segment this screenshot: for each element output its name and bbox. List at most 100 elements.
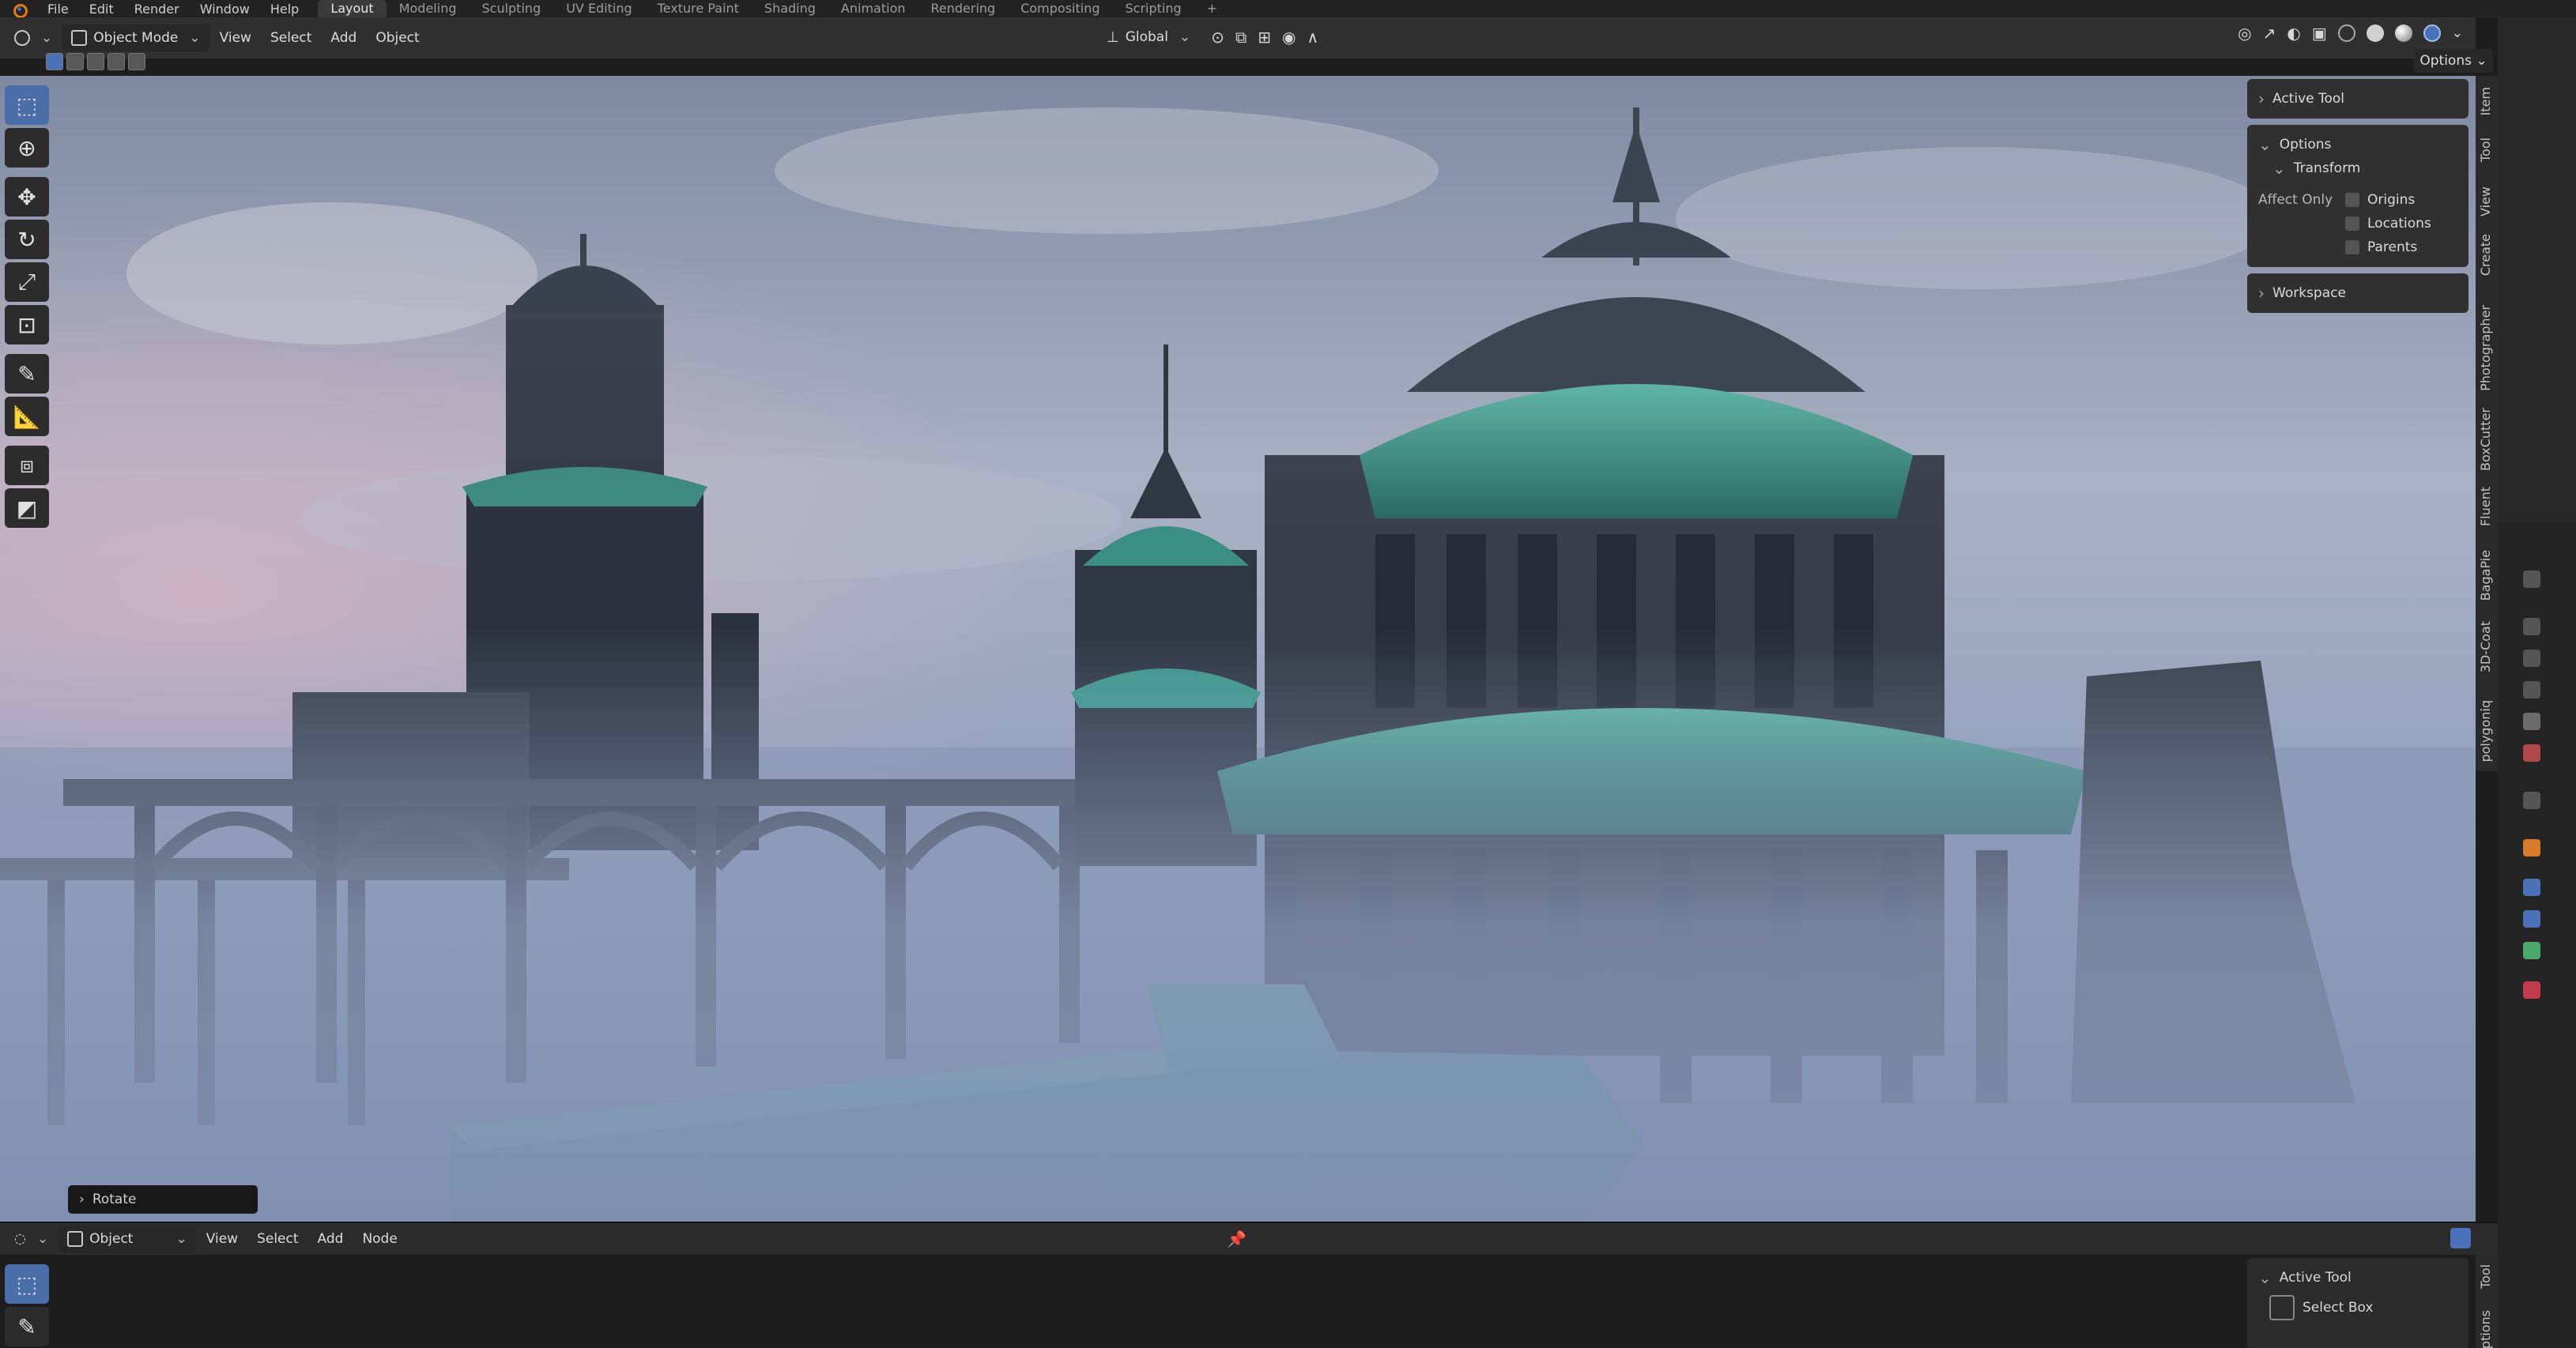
collection-icon[interactable] [2523,792,2540,809]
tab-layout[interactable]: Layout [318,0,387,17]
node-annotate-tool[interactable]: ✎ [5,1307,49,1346]
pin-icon[interactable]: 📌 [1227,1229,1247,1248]
select-new-icon[interactable] [46,53,63,70]
editor-type-button[interactable]: ◌ [5,1226,58,1252]
tab-shading[interactable]: Shading [752,0,828,17]
output-properties-icon[interactable] [2523,650,2540,667]
origins-checkbox[interactable] [2345,193,2359,207]
tab-modeling[interactable]: Modeling [387,0,470,17]
tab-uv-editing[interactable]: UV Editing [553,0,644,17]
menu-file[interactable]: File [47,2,69,17]
select-extend-icon[interactable] [66,53,84,70]
annotate-tool[interactable]: ✎ [5,354,49,393]
overlay-toggle-icon[interactable] [2450,1228,2471,1248]
menu-window[interactable]: Window [200,2,250,17]
move-tool[interactable]: ✥ [5,177,49,217]
tab-node-options[interactable]: Options [2478,1310,2493,1348]
xray-icon[interactable]: ▣ [2312,24,2327,43]
tab-view[interactable]: View [2478,186,2493,217]
select-intersect-icon[interactable] [128,53,145,70]
object-icon[interactable] [2523,839,2540,857]
redo-panel[interactable]: › Rotate [68,1185,258,1214]
tab-create[interactable]: Create [2478,234,2493,276]
scene-icon[interactable] [2523,713,2540,730]
snap-target-icon[interactable]: ⊞ [1258,28,1271,47]
workspace-section[interactable]: Workspace [2247,273,2469,313]
node-sidebar-panel: Active Tool Select Box [2247,1258,2469,1348]
options-dropdown[interactable]: Options ⌄ [2414,49,2493,73]
cursor-tool[interactable]: ⊕ [5,128,49,168]
tab-3d-coat[interactable]: 3D-Coat [2478,621,2493,672]
bottom-editor: ◌ Object View Select Add Node 📌 ⬚ ✎ Acti… [0,1222,2498,1348]
tab-animation[interactable]: Animation [828,0,918,17]
material-shading-icon[interactable] [2394,24,2412,42]
node-menu-node[interactable]: Node [353,1226,406,1252]
world-icon[interactable] [2523,744,2540,762]
measure-tool[interactable]: 📐 [5,397,49,436]
scale-tool[interactable]: ⤢ [5,262,49,302]
blender-logo-icon[interactable] [11,1,28,18]
tab-tool[interactable]: Tool [2478,137,2493,162]
tab-photographer[interactable]: Photographer [2478,305,2493,391]
boxcutter-tool[interactable]: ◩ [5,488,49,528]
tab-rendering[interactable]: Rendering [918,0,1009,17]
menu-edit[interactable]: Edit [89,2,114,17]
pencil-icon: ✎ [17,360,36,387]
tab-bagapie[interactable]: BagaPie [2478,550,2493,601]
chevron-down-icon[interactable]: ⌄ [2452,25,2463,41]
falloff-icon[interactable]: ∧ [1307,28,1318,47]
snap-icon[interactable]: ⧉ [1235,28,1247,47]
select-subtract-icon[interactable] [87,53,104,70]
active-tool-section[interactable]: Active Tool [2247,79,2469,119]
render-properties-icon[interactable] [2523,618,2540,635]
overlay-icon[interactable]: ◐ [2287,24,2300,43]
solid-shading-icon[interactable] [2366,24,2384,42]
wireframe-shading-icon[interactable] [2337,24,2355,42]
select-box-row[interactable]: Select Box [2258,1295,2457,1320]
orientation-select[interactable]: ⊥ Global [1097,24,1200,51]
view-layer-icon[interactable] [2523,681,2540,698]
tab-item[interactable]: Item [2478,87,2493,115]
node-select-tool[interactable]: ⬚ [5,1264,49,1304]
transform-header[interactable]: Transform [2258,156,2457,180]
node-menu-view[interactable]: View [197,1226,247,1252]
physics-icon[interactable] [2523,910,2540,928]
visibility-icon[interactable]: ◎ [2238,24,2251,43]
locations-label: Locations [2367,216,2431,232]
tab-texture-paint[interactable]: Texture Paint [645,0,752,17]
shader-type-select[interactable]: Object [58,1226,197,1252]
proportional-edit-icon[interactable]: ◉ [1282,28,1296,47]
3d-viewport[interactable] [0,76,2476,1222]
locations-checkbox[interactable] [2345,217,2359,231]
menu-render[interactable]: Render [134,2,179,17]
tab-sculpting[interactable]: Sculpting [469,0,553,17]
select-invert-icon[interactable] [107,53,125,70]
menu-help[interactable]: Help [270,2,299,17]
scene-render [0,76,2476,1222]
transform-tool[interactable]: ⊡ [5,305,49,345]
node-menu-add[interactable]: Add [308,1226,353,1252]
outliner[interactable] [2498,17,2576,523]
add-workspace-button[interactable]: + [1194,0,1230,17]
texture-icon[interactable] [2523,981,2540,999]
object-data-icon[interactable] [2523,942,2540,959]
orientation-label: Global [1125,29,1168,45]
node-menu-select[interactable]: Select [247,1226,307,1252]
gizmo-icon[interactable]: ↗ [2263,24,2276,43]
parents-checkbox[interactable] [2345,240,2359,254]
tab-fluent[interactable]: Fluent [2478,487,2493,526]
pivot-icon[interactable]: ⊙ [1211,28,1224,47]
add-cube-tool[interactable]: ⧈ [5,446,49,485]
node-active-tool-header[interactable]: Active Tool [2258,1266,2457,1290]
options-header[interactable]: Options [2258,133,2457,156]
modifier-icon[interactable] [2523,879,2540,896]
rotate-tool[interactable]: ↻ [5,220,49,259]
select-box-tool[interactable]: ⬚ [5,85,49,125]
tab-compositing[interactable]: Compositing [1008,0,1112,17]
tab-polygoniq[interactable]: polygoniq [2478,700,2493,762]
tab-boxcutter[interactable]: BoxCutter [2478,408,2493,471]
tab-scripting[interactable]: Scripting [1113,0,1194,17]
tool-properties-icon[interactable] [2523,570,2540,588]
tab-node-tool[interactable]: Tool [2478,1264,2493,1289]
rendered-shading-icon[interactable] [2423,24,2441,42]
